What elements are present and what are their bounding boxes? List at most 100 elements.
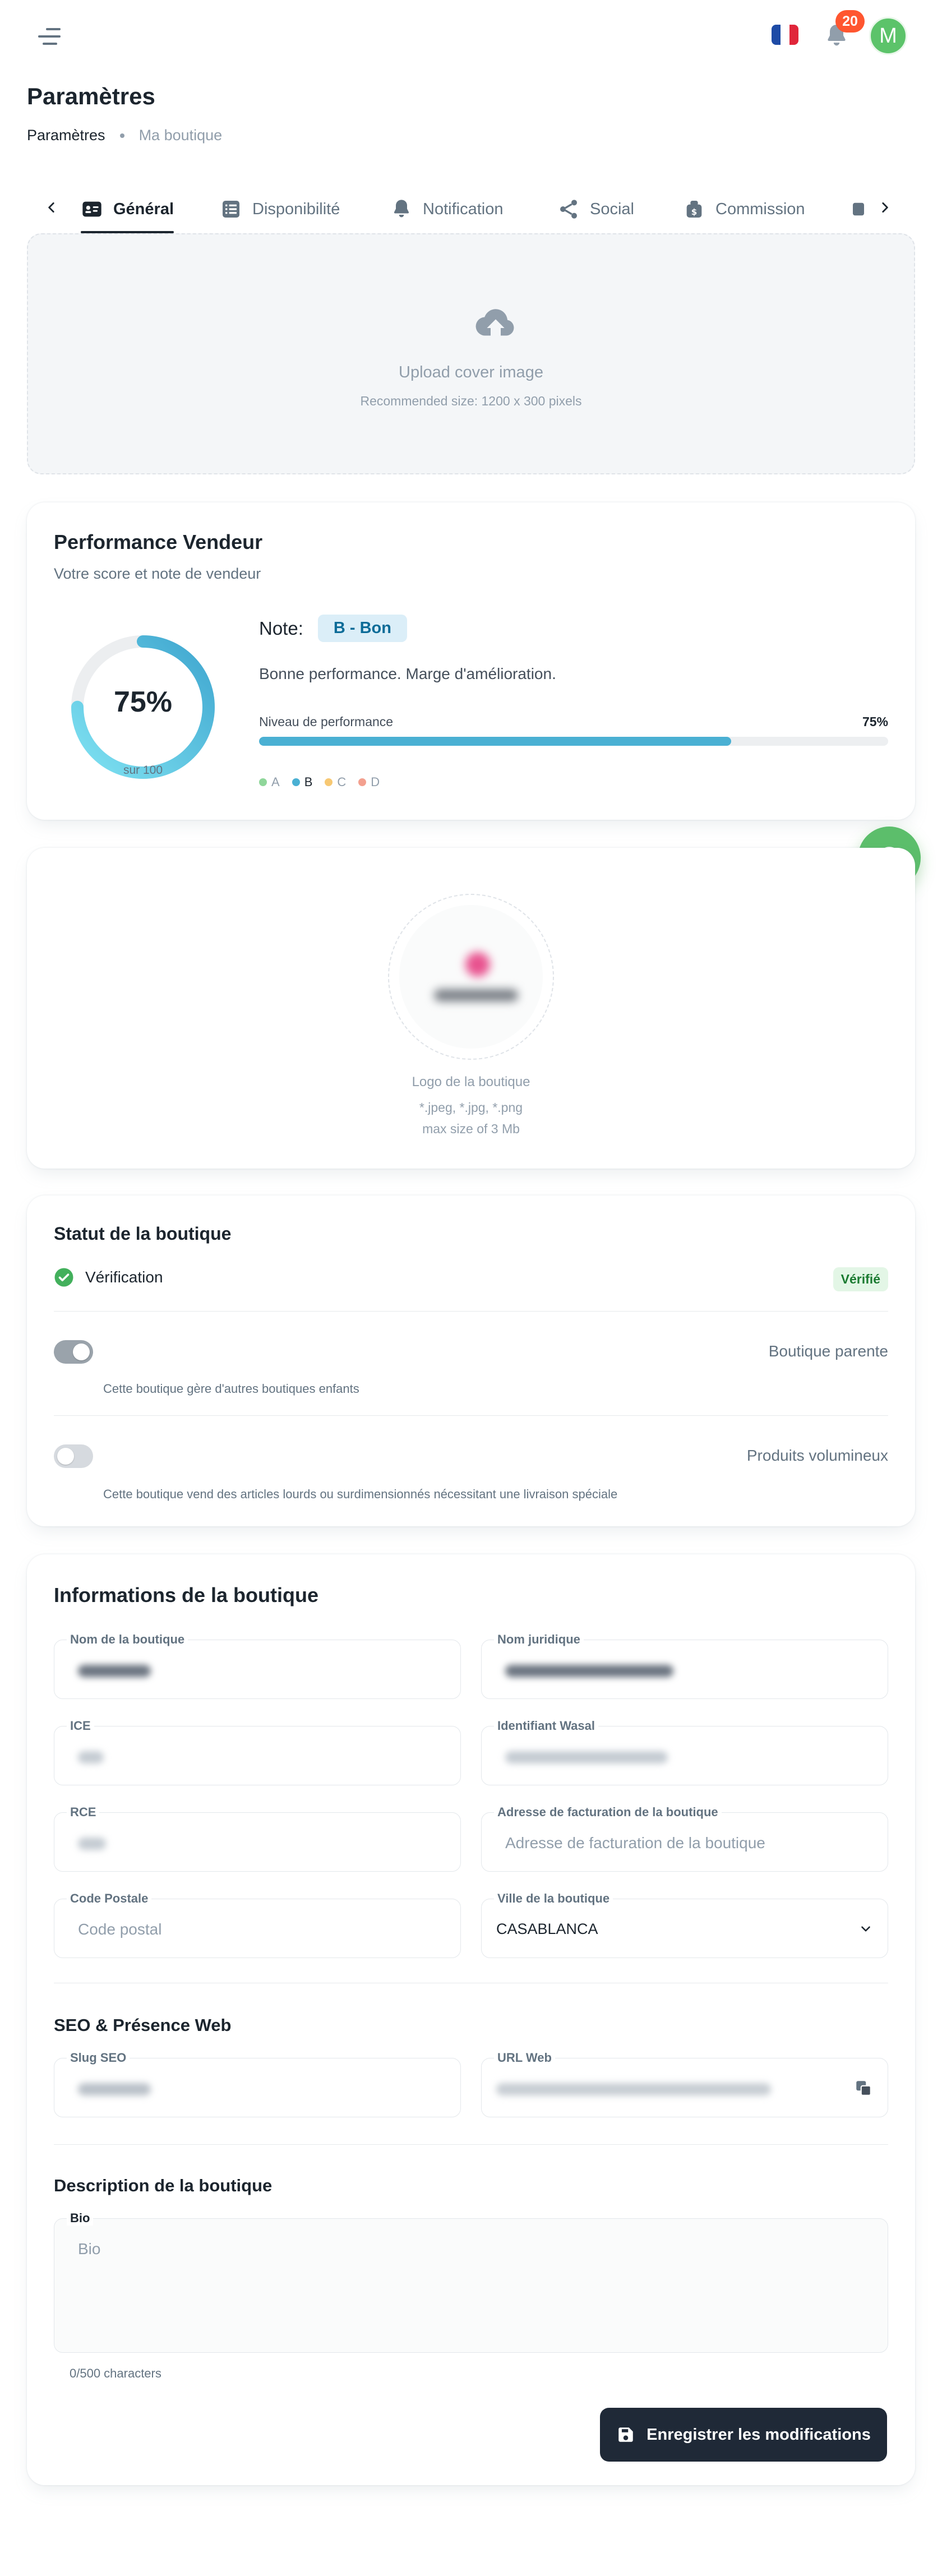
bell-icon [394,200,409,218]
tab-general[interactable]: Général [81,185,174,233]
postal-code-field[interactable]: Code Postale Code postal [54,1891,461,1958]
legend-item-b: B [292,775,312,790]
web-url-field[interactable]: URL Web [481,2051,888,2117]
legend-dot [259,778,267,786]
shop-logo-image [399,905,543,1049]
logo-formats: *.jpeg, *.jpg, *.png [419,1100,523,1115]
menu-icon[interactable] [38,28,61,45]
score-percent: 75% [113,686,173,718]
field-value [496,2083,771,2095]
grade-row: Note: B - Bon [259,615,407,642]
breadcrumb-item-shop: Ma boutique [138,127,223,144]
tab-availability[interactable]: Disponibilité [220,185,340,233]
field-value [78,1751,104,1764]
score-sub: sur 100 [123,764,163,777]
ice-field[interactable]: ICE [54,1719,461,1785]
performance-progress-fill [259,737,731,746]
field-label: Code Postale [67,1891,152,1906]
france-flag-icon[interactable] [772,25,798,45]
field-value [505,1665,673,1677]
field-label: RCE [67,1805,100,1820]
bio-character-counter: 0/500 characters [70,2366,161,2380]
performance-progress-bar [259,737,888,746]
performance-title: Performance Vendeur [54,530,263,553]
toggle-knob [73,1344,90,1360]
tab-commission[interactable]: $ Commission [683,185,805,233]
breadcrumb-item-settings[interactable]: Paramètres [27,127,105,144]
document-icon [853,202,864,216]
description-title: Description de la boutique [54,2176,273,2195]
info-title: Informations de la boutique [54,1584,319,1606]
cover-image-dropzone[interactable]: Upload cover image Recommended size: 120… [27,233,915,474]
tab-notification[interactable]: Notification [390,185,503,233]
selected-city: CASABLANCA [496,1921,598,1937]
field-label: Slug SEO [67,2051,130,2065]
shop-info-card: Informations de la boutique Nom de la bo… [27,1554,915,2485]
copy-icon[interactable] [854,2079,873,2098]
field-label: ICE [67,1719,94,1733]
legal-name-field[interactable]: Nom juridique [481,1632,888,1699]
city-select[interactable]: Ville de la boutique CASABLANCA [481,1891,888,1958]
field-label: Ville de la boutique [494,1891,613,1906]
save-button-label: Enregistrer les modifications [647,2425,871,2444]
save-changes-button[interactable]: Enregistrer les modifications [600,2408,887,2462]
check-circle-icon [54,1268,73,1287]
tabs-scroll-right-icon[interactable] [874,196,896,219]
field-value [78,1838,106,1850]
legend-item-d: D [358,775,380,790]
verified-badge: Vérifié [833,1267,888,1291]
svg-text:$: $ [691,207,697,217]
breadcrumb-separator [119,133,124,138]
logo-label: Logo de la boutique [412,1074,530,1090]
tab-social[interactable]: Social [557,185,634,233]
seo-title: SEO & Présence Web [54,2015,232,2035]
tab-label: Général [113,200,174,218]
field-label: URL Web [494,2051,555,2065]
logo-max-size: max size of 3 Mb [422,1121,520,1136]
tabs-scroll-left-icon[interactable] [40,196,63,219]
grade-legend: A B C D [259,775,380,790]
bio-placeholder: Bio [78,2240,101,2258]
shop-name-field[interactable]: Nom de la boutique [54,1632,461,1699]
divider [54,2144,888,2145]
shop-status-card: Statut de la boutique Vérification Vérif… [27,1195,915,1526]
status-title: Statut de la boutique [54,1224,232,1244]
parent-shop-help: Cette boutique gère d'autres boutiques e… [103,1382,359,1396]
parent-shop-toggle[interactable] [54,1340,93,1364]
bio-textarea[interactable]: Bio Bio [54,2211,888,2353]
performance-level-value: 75% [862,714,888,729]
logo-upload[interactable] [388,894,554,1060]
field-value [78,2083,151,2095]
parent-shop-label: Boutique parente [768,1342,888,1360]
grade-label: Note: [259,617,303,639]
tab-label: Social [590,200,634,218]
divider [54,1415,888,1416]
divider [54,1311,888,1312]
wasal-id-field[interactable]: Identifiant Wasal [481,1719,888,1785]
bulky-products-label: Produits volumineux [746,1447,888,1464]
page-title: Paramètres [27,83,155,109]
cloud-upload-icon [475,309,514,336]
legend-item-a: A [259,775,280,790]
legend-dot [358,778,367,786]
notification-badge: 20 [835,10,865,33]
rce-field[interactable]: RCE [54,1805,461,1872]
tab-more[interactable] [850,185,867,233]
grade-badge: B - Bon [317,615,407,642]
field-placeholder: Adresse de facturation de la boutique [505,1834,765,1852]
tab-label: Notification [423,200,504,218]
settings-tabs: Général Disponibilité Notification Socia… [27,185,915,233]
tab-label: Disponibilité [252,200,340,218]
field-value [78,1665,151,1677]
performance-description: Bonne performance. Marge d'amélioration. [259,665,556,682]
bulky-products-toggle[interactable] [54,1444,93,1468]
performance-level-label: Niveau de performance [259,714,394,729]
field-value [505,1751,668,1764]
field-placeholder: Code postal [78,1921,162,1938]
seo-slug-field[interactable]: Slug SEO [54,2051,461,2117]
cover-upload-hint: Recommended size: 1200 x 300 pixels [360,394,582,408]
bulky-products-help: Cette boutique vend des articles lourds … [103,1487,618,1501]
avatar[interactable]: M [869,17,907,55]
billing-address-field[interactable]: Adresse de facturation de la boutique Ad… [481,1805,888,1872]
legend-item-c: C [325,775,346,790]
